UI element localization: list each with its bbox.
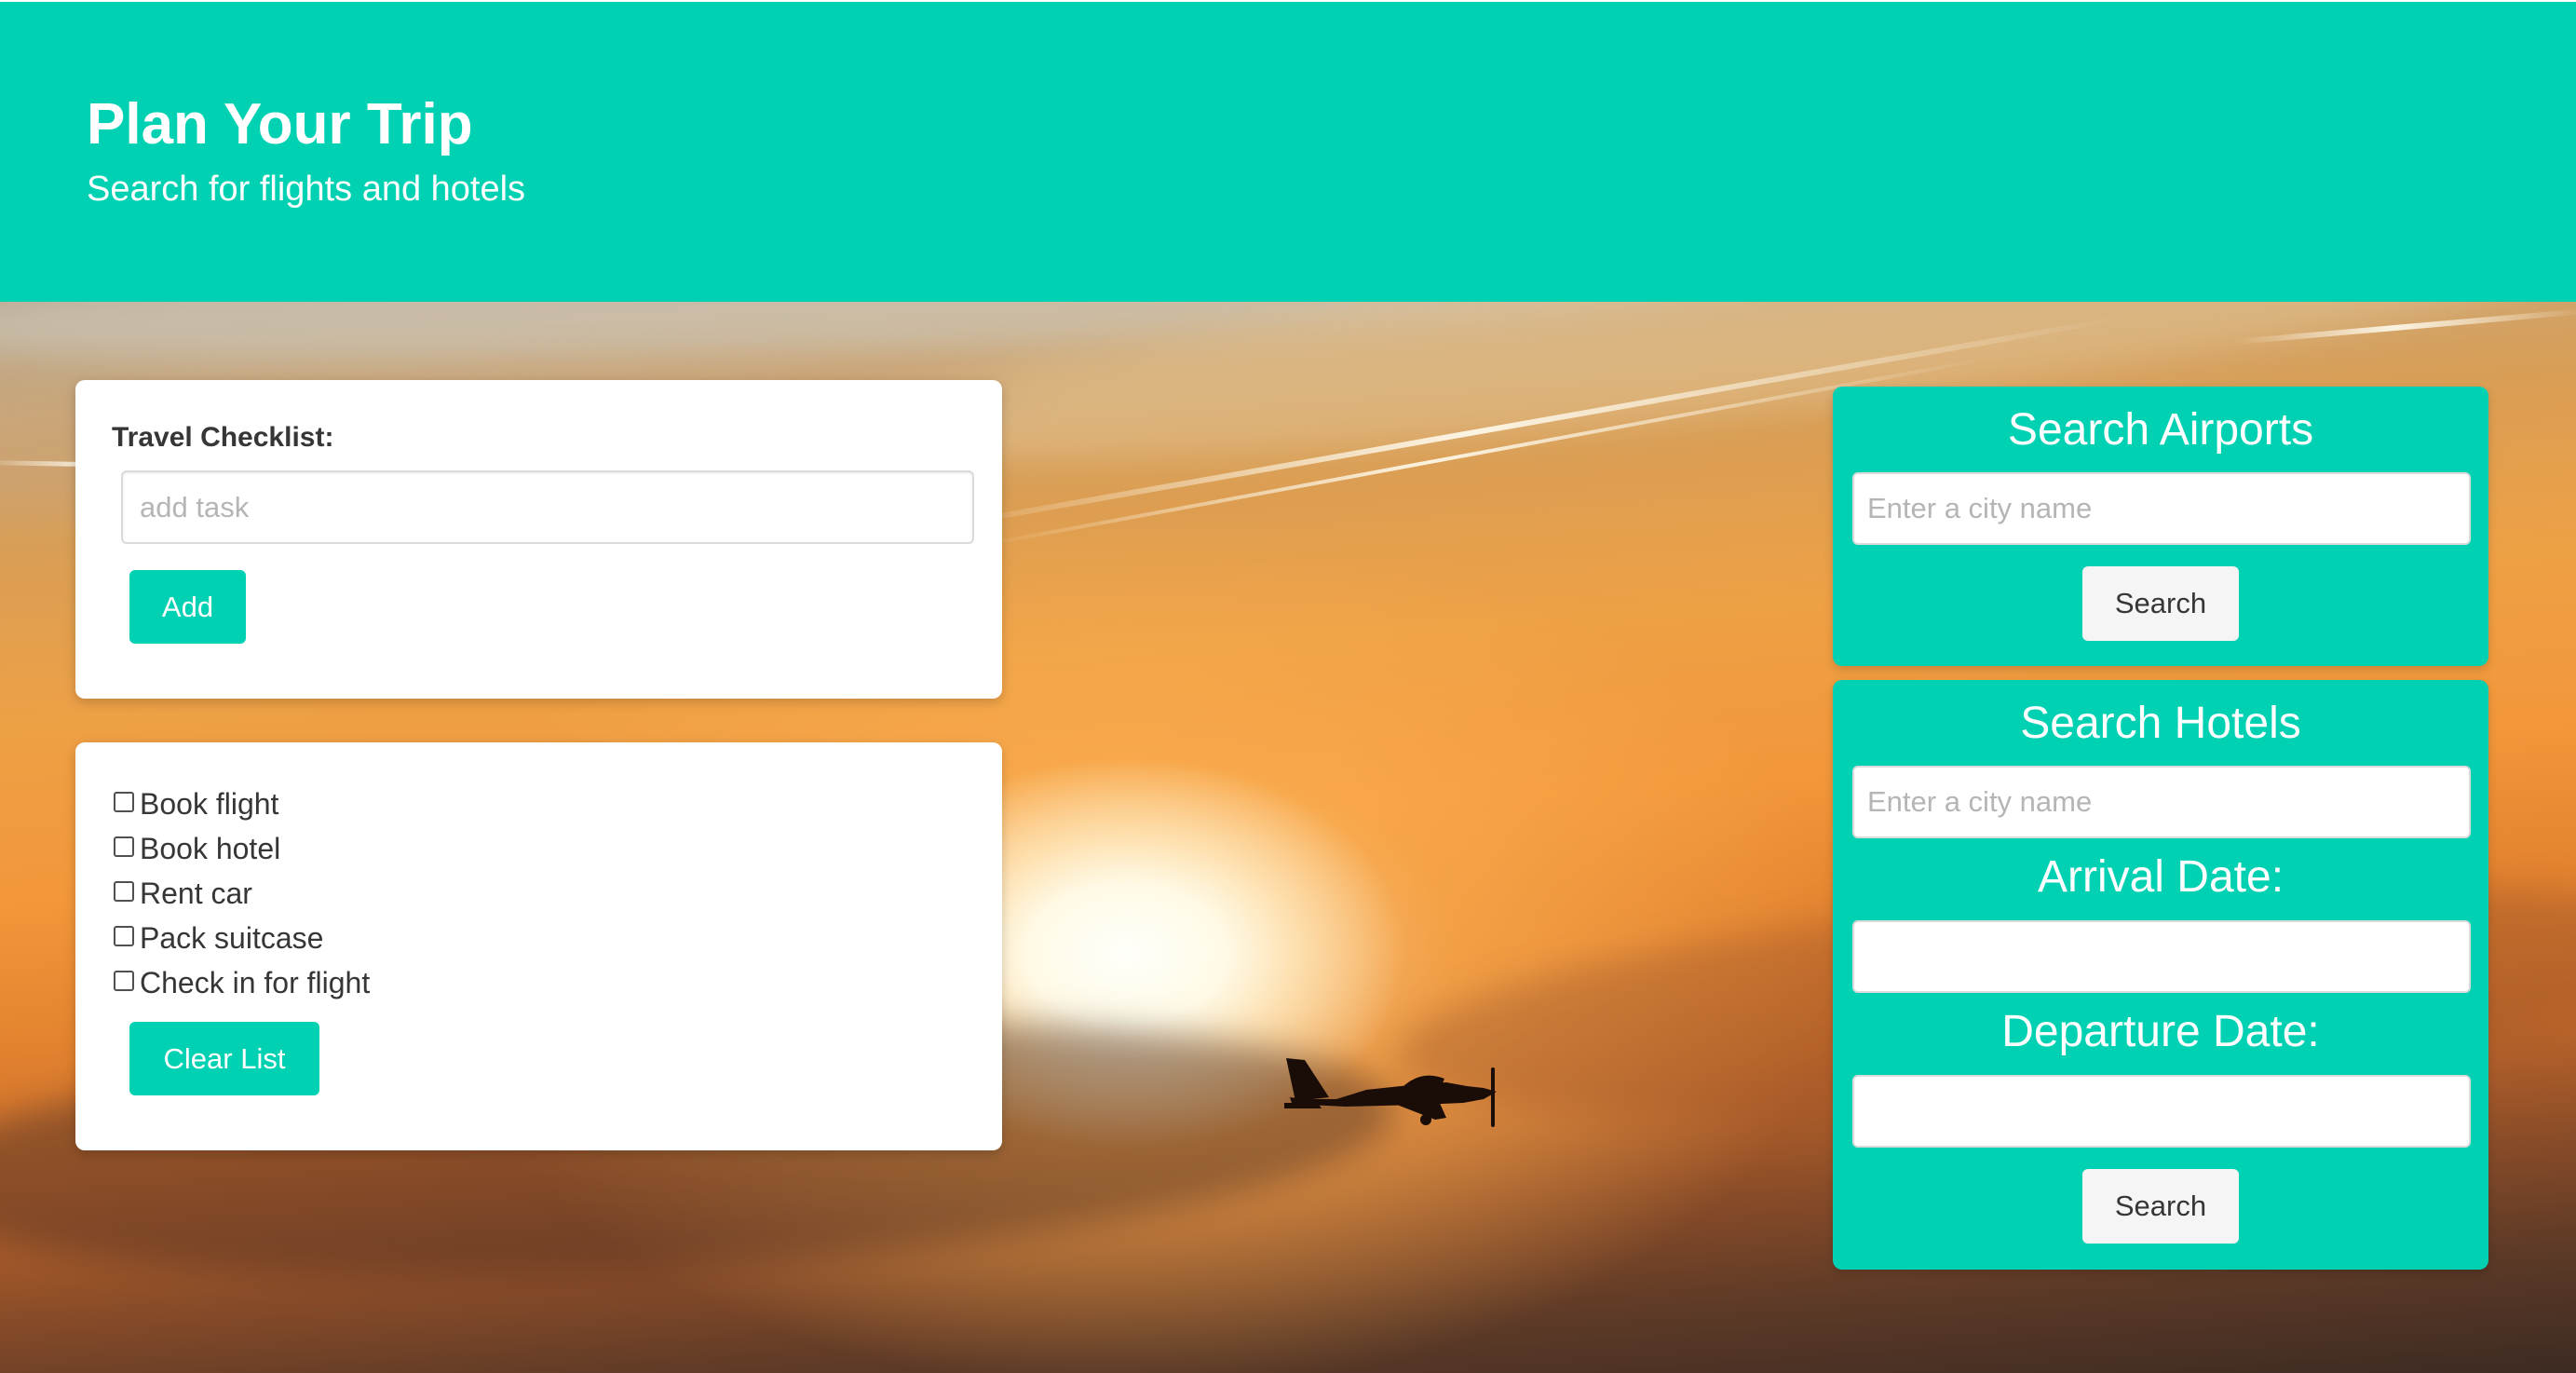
task-item: Rent car [112,871,370,916]
travel-checklist-label: Travel Checklist: [112,422,334,453]
checklist-form-card: Travel Checklist: Add [75,380,1002,699]
departure-date-field[interactable] [1852,1075,2471,1148]
task-label: Book hotel [140,831,281,865]
page: Plan Your Trip Search for flights and ho… [0,0,2576,1373]
task-item: Check in for flight [112,960,370,1005]
checkbox-icon[interactable] [114,926,134,946]
checklist-items-card: Book flight Book hotel Rent car Pack sui… [75,742,1002,1150]
departure-date-label: Departure Date: [2001,1007,2320,1056]
add-task-input[interactable] [121,470,974,544]
task-item: Book flight [112,782,370,826]
page-title: Plan Your Trip [87,92,473,156]
checkbox-icon[interactable] [114,792,134,812]
checkbox-icon[interactable] [114,836,134,857]
hotel-city-input[interactable] [1852,766,2471,838]
add-task-button[interactable]: Add [129,570,246,644]
search-airports-button[interactable]: Search [2082,566,2239,641]
search-hotels-panel: Search Hotels Arrival Date: Departure Da… [1833,680,2488,1270]
arrival-date-field[interactable] [1852,920,2471,993]
task-item: Pack suitcase [112,916,370,960]
arrival-date-label: Arrival Date: [2037,852,2285,902]
search-airports-title: Search Airports [2007,405,2314,455]
search-hotels-title: Search Hotels [2020,699,2301,748]
clear-list-button[interactable]: Clear List [129,1022,319,1095]
task-item: Book hotel [112,826,370,871]
task-label: Check in for flight [140,965,371,999]
airport-city-input[interactable] [1852,472,2471,545]
search-airports-panel: Search Airports Search [1833,387,2488,666]
task-label: Rent car [140,876,252,910]
task-label: Book flight [140,786,279,821]
hero-banner: Plan Your Trip Search for flights and ho… [0,2,2576,302]
search-hotels-button[interactable]: Search [2082,1169,2239,1244]
checkbox-icon[interactable] [114,881,134,902]
page-subtitle: Search for flights and hotels [87,170,526,209]
checkbox-icon[interactable] [114,971,134,991]
airplane-silhouette-icon [1284,1058,1497,1127]
task-label: Pack suitcase [140,920,324,955]
task-list: Book flight Book hotel Rent car Pack sui… [112,782,370,1005]
